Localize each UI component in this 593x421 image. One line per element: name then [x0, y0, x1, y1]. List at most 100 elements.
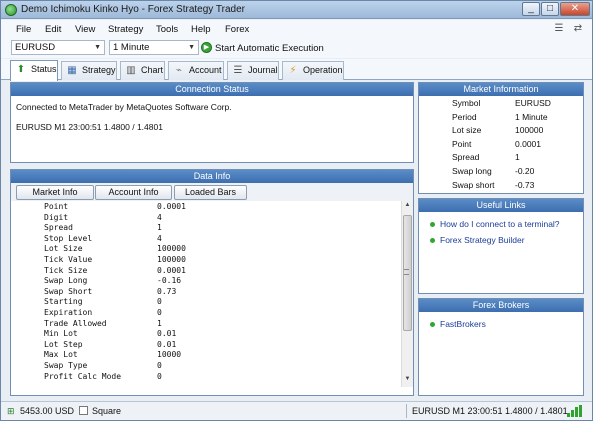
close-button[interactable]: ✕ [560, 2, 590, 16]
data-info-row: Lot Step 0.01 [11, 340, 400, 350]
forex-brokers-panel: Forex Brokers FastBrokers [418, 298, 584, 396]
menu-bar: File Edit View Strategy Tools Help Forex… [1, 20, 592, 38]
market-info-value: EURUSD [515, 98, 551, 108]
forex-brokers-title: Forex Brokers [419, 299, 583, 312]
data-info-row: Spread 1 [11, 223, 400, 233]
data-info-value: 100000 [157, 244, 186, 254]
market-information-panel: Market Information Symbol EURUSD Period 1 M… [418, 82, 584, 194]
scroll-grip-icon [404, 269, 409, 275]
tab-chart[interactable]: ▥ Chart [120, 61, 165, 80]
period-select-value: 1 Minute [113, 42, 150, 53]
scroll-up-icon[interactable]: ▲ [402, 202, 413, 212]
data-info-row: Swap Type 0 [11, 361, 400, 371]
data-info-row: Stop Level 4 [11, 234, 400, 244]
data-info-value: 0.01 [157, 329, 177, 339]
menu-tools[interactable]: Tools [156, 24, 178, 35]
data-info-key: Expiration [44, 308, 93, 317]
link-label[interactable]: Forex Strategy Builder [440, 235, 525, 245]
data-info-key: Min Lot [44, 329, 78, 339]
play-icon[interactable]: ▶ [201, 42, 212, 53]
tab-label: Operation [303, 65, 343, 75]
chevron-down-icon: ▼ [188, 44, 195, 51]
period-select[interactable]: 1 Minute ▼ [109, 40, 199, 55]
connection-settings-icon[interactable]: ⇄ [572, 23, 584, 34]
data-info-key: Swap Long [44, 276, 88, 286]
data-info-value: 0 [157, 308, 162, 317]
data-info-subtabs: Market Info Account Info Loaded Bars [11, 183, 413, 201]
market-info-row: Point 0.0001 [419, 138, 585, 151]
data-info-row: Tick Value 100000 [11, 255, 400, 265]
link-label[interactable]: FastBrokers [440, 319, 486, 329]
connection-status-title: Connection Status [11, 83, 413, 96]
tab-label: Status [31, 64, 57, 74]
connection-status-panel: Connection Status Connected to MetaTrade… [10, 82, 414, 163]
toolbar: EURUSD ▼ 1 Minute ▼ ▶ Start Automatic Ex… [1, 38, 592, 58]
title-bar[interactable]: Demo Ichimoku Kinko Hyo - Forex Strategy… [1, 1, 592, 19]
data-info-key: Profit Calc Mode [44, 371, 122, 381]
minimize-button[interactable]: _ [522, 2, 540, 16]
start-execution-button[interactable]: Start Automatic Execution [215, 43, 324, 54]
data-info-row: Tick Size 0.0001 [11, 266, 400, 276]
market-info-row: Swap short -0.73 [419, 179, 585, 192]
market-info-key: Period [452, 111, 477, 122]
menu-file[interactable]: File [16, 24, 31, 35]
data-info-key: Stop Level [44, 233, 93, 243]
data-info-title: Data Info [11, 170, 413, 183]
link-label[interactable]: How do I connect to a terminal? [440, 219, 560, 229]
menu-edit[interactable]: Edit [45, 24, 61, 35]
connection-signal-icon [567, 405, 583, 417]
menu-view[interactable]: View [75, 24, 95, 35]
data-info-row: Max Lot 10000 [11, 350, 400, 360]
main-tabs: ⬆ Status ▦ Strategy ▥ Chart ⌁ Account ☰ … [1, 59, 592, 81]
tab-operation[interactable]: ⚡ Operation [282, 61, 344, 80]
data-info-row: Swap Short 0.73 [11, 287, 400, 297]
tab-status[interactable]: ⬆ Status [10, 60, 58, 81]
data-info-value: -0.16 [157, 276, 182, 286]
data-info-row: Lot Size 100000 [11, 244, 400, 254]
tick-status: EURUSD M1 23:00:51 1.4800 / 1.4801 [412, 406, 568, 416]
tab-strategy[interactable]: ▦ Strategy [61, 61, 117, 80]
market-info-key: Lot size [452, 125, 482, 136]
last-tick-info: EURUSD M1 23:00:51 1.4800 / 1.4801 [16, 122, 163, 132]
data-info-key: Max Lot [44, 350, 78, 360]
symbol-select[interactable]: EURUSD ▼ [11, 40, 105, 55]
data-info-value: 1 [157, 318, 162, 328]
main-window: Demo Ichimoku Kinko Hyo - Forex Strategy… [0, 0, 593, 421]
data-info-key: Tick Value [44, 255, 93, 264]
money-icon: ⊞ [7, 406, 15, 416]
market-info-row: Swap long -0.20 [419, 165, 585, 178]
tab-account[interactable]: ⌁ Account [168, 61, 224, 80]
useful-links-title: Useful Links [419, 199, 583, 212]
useful-links-panel: Useful Links How do I connect to a termi… [418, 198, 584, 294]
market-info-button[interactable]: Market Info [16, 185, 94, 200]
tab-journal[interactable]: ☰ Journal [227, 61, 279, 80]
account-balance: 5453.00 USD [20, 406, 75, 416]
market-info-value: 100000 [515, 125, 544, 136]
bullet-icon [430, 222, 435, 227]
menu-help[interactable]: Help [191, 24, 211, 35]
data-info-value: 4 [157, 212, 162, 222]
status-icon: ⬆ [16, 64, 26, 75]
data-info-value: 100000 [157, 255, 186, 264]
data-info-key: Spread [44, 223, 73, 233]
maximize-button[interactable]: □ [541, 2, 559, 16]
bullet-icon [430, 238, 435, 243]
account-info-button[interactable]: Account Info [95, 185, 172, 200]
vertical-scrollbar[interactable]: ▲ ▼ [401, 201, 413, 387]
loaded-bars-button[interactable]: Loaded Bars [174, 185, 247, 200]
data-info-row: Expiration 0 [11, 308, 400, 318]
scroll-down-icon[interactable]: ▼ [402, 376, 413, 386]
data-info-row: Starting 0 [11, 297, 400, 307]
market-info-key: Point [452, 138, 472, 149]
journal-icon: ☰ [233, 65, 243, 76]
data-info-panel: Data Info Market Info Account Info Loade… [10, 169, 414, 396]
connection-message: Connected to MetaTrader by MetaQuotes So… [16, 102, 232, 112]
menu-forex[interactable]: Forex [225, 24, 249, 35]
chevron-down-icon: ▼ [94, 44, 101, 51]
data-info-key: Lot Size [44, 244, 83, 254]
position-status: Square [92, 406, 122, 416]
toolbar-options-icon[interactable]: ☰ [553, 23, 565, 34]
data-info-key: Tick Size [44, 265, 88, 275]
data-info-row: Point 0.0001 [11, 202, 400, 212]
menu-strategy[interactable]: Strategy [108, 24, 143, 35]
